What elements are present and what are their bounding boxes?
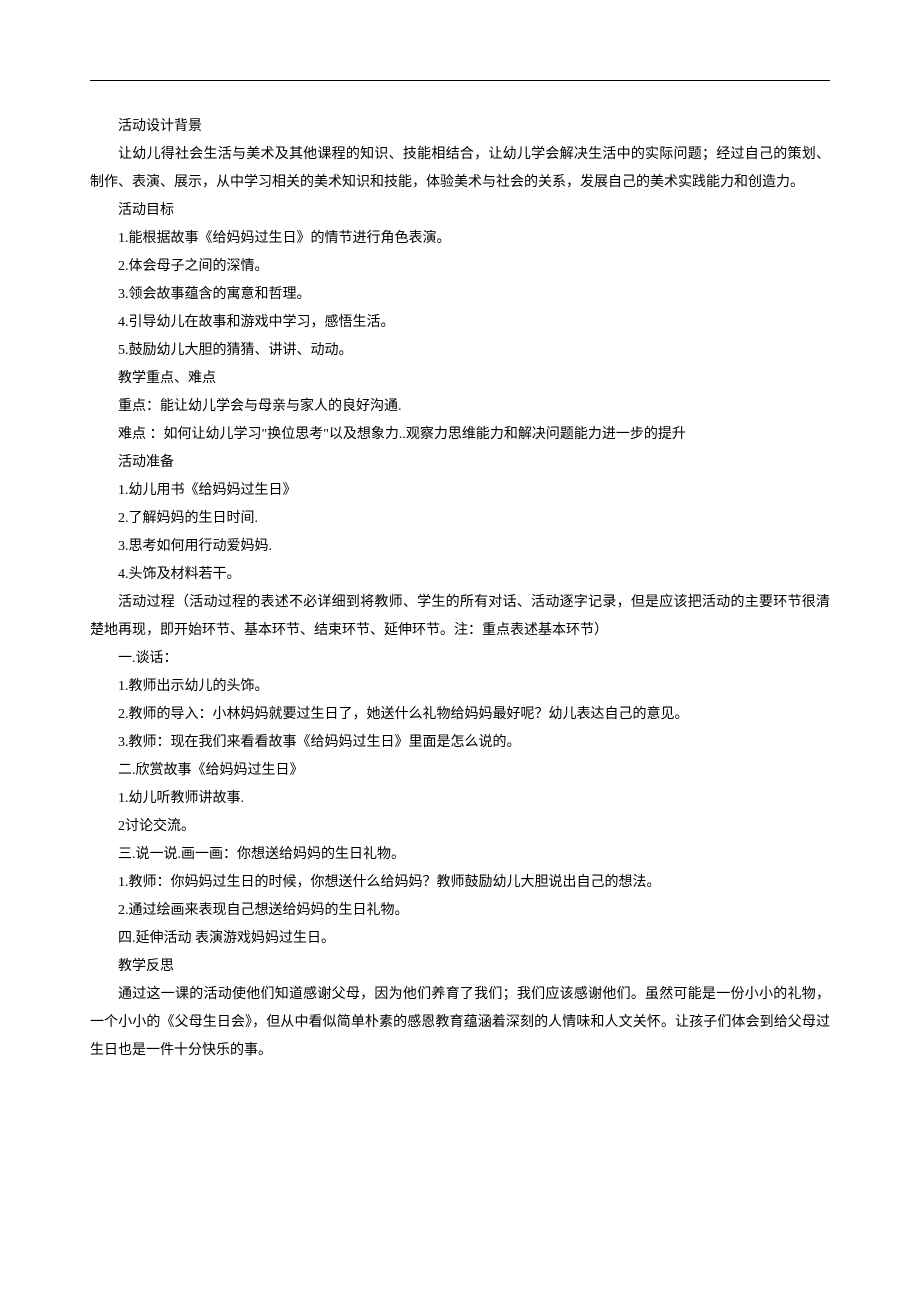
document-body: 活动设计背景让幼儿得社会生活与美术及其他课程的知识、技能相结合，让幼儿学会解决生… bbox=[90, 113, 830, 1065]
paragraph: 1.教师：你妈妈过生日的时候，你想送什么给妈妈？教师鼓励幼儿大胆说出自己的想法。 bbox=[90, 869, 830, 897]
paragraph: 4.引导幼儿在故事和游戏中学习，感悟生活。 bbox=[90, 309, 830, 337]
paragraph: 3.教师：现在我们来看看故事《给妈妈过生日》里面是怎么说的。 bbox=[90, 729, 830, 757]
paragraph: 3.领会故事蕴含的寓意和哲理。 bbox=[90, 281, 830, 309]
paragraph: 2.了解妈妈的生日时间. bbox=[90, 505, 830, 533]
paragraph: 难点 ：如何让幼儿学习"换位思考"以及想象力..观察力思维能力和解决问题能力进一… bbox=[90, 421, 830, 449]
paragraph: 四.延伸活动 表演游戏妈妈过生日。 bbox=[90, 925, 830, 953]
paragraph: 活动设计背景 bbox=[90, 113, 830, 141]
paragraph: 教学重点、难点 bbox=[90, 365, 830, 393]
paragraph: 活动过程（活动过程的表述不必详细到将教师、学生的所有对话、活动逐字记录，但是应该… bbox=[90, 589, 830, 645]
paragraph: 活动准备 bbox=[90, 449, 830, 477]
paragraph: 一.谈话： bbox=[90, 645, 830, 673]
paragraph: 二.欣赏故事《给妈妈过生日》 bbox=[90, 757, 830, 785]
horizontal-rule bbox=[90, 80, 830, 81]
paragraph: 2.教师的导入：小林妈妈就要过生日了，她送什么礼物给妈妈最好呢？幼儿表达自己的意… bbox=[90, 701, 830, 729]
paragraph: 通过这一课的活动使他们知道感谢父母，因为他们养育了我们；我们应该感谢他们。虽然可… bbox=[90, 981, 830, 1065]
paragraph: 5.鼓励幼儿大胆的猜猜、讲讲、动动。 bbox=[90, 337, 830, 365]
paragraph: 1.幼儿听教师讲故事. bbox=[90, 785, 830, 813]
paragraph: 2讨论交流。 bbox=[90, 813, 830, 841]
paragraph: 3.思考如何用行动爱妈妈. bbox=[90, 533, 830, 561]
paragraph: 三.说一说.画一画：你想送给妈妈的生日礼物。 bbox=[90, 841, 830, 869]
paragraph: 2.体会母子之间的深情。 bbox=[90, 253, 830, 281]
paragraph: 教学反思 bbox=[90, 953, 830, 981]
paragraph: 2.通过绘画来表现自己想送给妈妈的生日礼物。 bbox=[90, 897, 830, 925]
paragraph: 4.头饰及材料若干。 bbox=[90, 561, 830, 589]
paragraph: 重点：能让幼儿学会与母亲与家人的良好沟通. bbox=[90, 393, 830, 421]
paragraph: 让幼儿得社会生活与美术及其他课程的知识、技能相结合，让幼儿学会解决生活中的实际问… bbox=[90, 141, 830, 197]
paragraph: 1.教师出示幼儿的头饰。 bbox=[90, 673, 830, 701]
paragraph: 1.能根据故事《给妈妈过生日》的情节进行角色表演。 bbox=[90, 225, 830, 253]
paragraph: 1.幼儿用书《给妈妈过生日》 bbox=[90, 477, 830, 505]
paragraph: 活动目标 bbox=[90, 197, 830, 225]
